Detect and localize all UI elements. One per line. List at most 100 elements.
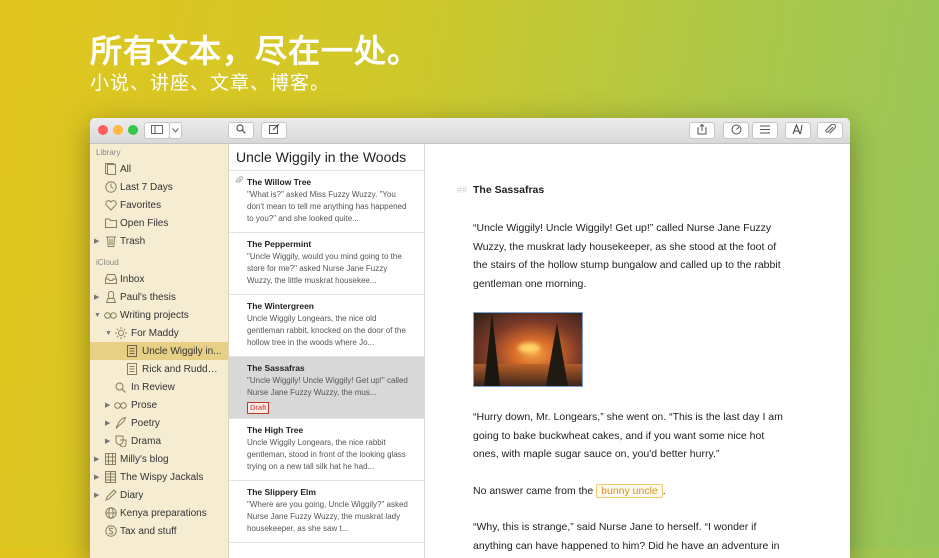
disclosure-triangle-icon[interactable]: ▶: [105, 437, 110, 445]
globe-icon: [104, 507, 117, 520]
draft-badge: Draft: [247, 402, 270, 414]
sidebar-item-favorites[interactable]: Favorites: [90, 196, 228, 214]
goals-button[interactable]: [723, 122, 749, 139]
editor-paragraph: No answer came from the bunny uncle.: [473, 482, 783, 501]
group-title: Uncle Wiggily in the Woods: [236, 149, 407, 165]
sunset-painting-image[interactable]: [473, 312, 583, 387]
editor[interactable]: ## The Sassafras “Uncle Wiggily! Uncle W…: [425, 144, 850, 558]
sheet-title: The Wintergreen: [247, 301, 314, 311]
mask-icon: [114, 435, 127, 448]
sidebar-mode-menu[interactable]: [169, 122, 182, 139]
sidebar-item-label: Prose: [131, 399, 158, 411]
compose-icon: [268, 123, 280, 137]
sheet-item-willow-tree[interactable]: The Willow Tree "What is?" asked Miss Fu…: [229, 171, 424, 233]
outline-icon: [760, 125, 770, 137]
disclosure-triangle-icon[interactable]: ▶: [94, 455, 99, 463]
sidebar-toggle-icon: [151, 124, 163, 137]
sidebar-toggle-button[interactable]: [144, 122, 170, 139]
sheet-preview: "Where are you going, Uncle Wiggily?" as…: [247, 500, 408, 533]
graduation-icon: [104, 291, 117, 304]
disclosure-triangle-icon[interactable]: ▶: [105, 401, 110, 409]
chevron-down-icon: [172, 125, 179, 136]
paragraph-text: .: [662, 485, 666, 497]
disclosure-triangle-icon[interactable]: ▶: [94, 237, 99, 245]
font-button[interactable]: [785, 122, 811, 139]
sheet-preview: "Uncle Wiggily! Uncle Wiggily! Get up!" …: [247, 376, 408, 397]
sheet-item-peppermint[interactable]: The Peppermint "Uncle Wiggily, would you…: [229, 233, 424, 295]
documents-icon: [104, 163, 117, 176]
money-icon: [104, 525, 117, 538]
sheet-item-high-tree[interactable]: The High Tree Uncle Wiggily Longears, th…: [229, 419, 424, 481]
sidebar-item-rick-and-ruddy[interactable]: Rick and Ruddy:...: [90, 360, 228, 378]
sidebar-item-pauls-thesis[interactable]: ▶ Paul's thesis: [90, 288, 228, 306]
sun-icon: [114, 327, 127, 340]
inbox-icon: [104, 273, 117, 286]
title-bar: [90, 118, 850, 144]
sidebar-item-poetry[interactable]: ▶ Poetry: [90, 414, 228, 432]
document-icon: [125, 345, 138, 358]
library-sidebar: Library All Last 7 Days Favorites Open F…: [90, 144, 229, 558]
sheet-item-wintergreen[interactable]: The Wintergreen Uncle Wiggily Longears, …: [229, 295, 424, 357]
sidebar-item-all[interactable]: All: [90, 160, 228, 178]
editor-paragraph: “Hurry down, Mr. Longears,” she went on.…: [473, 411, 783, 460]
sidebar-item-label: Poetry: [131, 417, 160, 429]
sidebar-item-kenya-preparations[interactable]: Kenya preparations: [90, 504, 228, 522]
sidebar-item-prose[interactable]: ▶ Prose: [90, 396, 228, 414]
paperclip-icon: [235, 176, 244, 187]
sidebar-item-writing-projects[interactable]: ▼ Writing projects: [90, 306, 228, 324]
sidebar-item-uncle-wiggily[interactable]: Uncle Wiggily in...: [90, 342, 228, 360]
sidebar-item-label: Uncle Wiggily in...: [142, 345, 222, 357]
share-icon: [697, 123, 707, 138]
disclosure-triangle-icon[interactable]: ▶: [94, 293, 99, 301]
building-icon: [104, 453, 117, 466]
sidebar-item-tax-and-stuff[interactable]: Tax and stuff: [90, 522, 228, 540]
sidebar-item-last-7-days[interactable]: Last 7 Days: [90, 178, 228, 196]
sidebar-item-label: Writing projects: [120, 309, 189, 321]
sidebar-item-in-review[interactable]: In Review: [90, 378, 228, 396]
sidebar-item-diary[interactable]: ▶ Diary: [90, 486, 228, 504]
sidebar-item-label: Open Files: [120, 217, 169, 229]
sidebar-item-wispy-jackals[interactable]: ▶ The Wispy Jackals: [90, 468, 228, 486]
sheet-preview: Uncle Wiggily Longears, the nice old gen…: [247, 314, 406, 347]
attachments-button[interactable]: [817, 122, 843, 139]
sidebar-item-label: The Wispy Jackals: [120, 471, 204, 483]
sidebar-item-inbox[interactable]: Inbox: [90, 270, 228, 288]
disclosure-triangle-open-icon[interactable]: ▼: [94, 312, 101, 319]
app-window: Library All Last 7 Days Favorites Open F…: [90, 118, 850, 558]
font-icon: [792, 122, 804, 138]
sheet-item-slippery-elm[interactable]: The Slippery Elm "Where are you going, U…: [229, 481, 424, 543]
search-button[interactable]: [228, 122, 254, 139]
share-button[interactable]: [689, 122, 715, 139]
disclosure-triangle-open-icon[interactable]: ▼: [105, 330, 112, 337]
sidebar-item-label: For Maddy: [131, 327, 179, 339]
quill-icon: [114, 417, 127, 430]
search-icon: [236, 124, 246, 137]
sidebar-item-drama[interactable]: ▶ Drama: [90, 432, 228, 450]
sidebar-item-label: Paul's thesis: [120, 291, 176, 303]
sidebar-item-trash[interactable]: ▶ Trash: [90, 232, 228, 250]
sheet-item-sassafras[interactable]: The Sassafras "Uncle Wiggily! Uncle Wigg…: [229, 357, 424, 419]
sidebar-item-label: Diary: [120, 489, 144, 501]
document-icon: [125, 363, 138, 376]
sidebar-item-label: Inbox: [120, 273, 145, 285]
sidebar-item-open-files[interactable]: Open Files: [90, 214, 228, 232]
close-window-button[interactable]: [98, 125, 108, 135]
library-heading: Library: [96, 148, 121, 157]
sheet-title: The Peppermint: [247, 239, 312, 249]
sidebar-item-label: Favorites: [120, 199, 162, 211]
disclosure-triangle-icon[interactable]: ▶: [94, 491, 99, 499]
disclosure-triangle-icon[interactable]: ▶: [94, 473, 99, 481]
editor-paragraph: “Uncle Wiggily! Uncle Wiggily! Get up!” …: [473, 222, 781, 290]
outline-button[interactable]: [752, 122, 778, 139]
minimize-window-button[interactable]: [113, 125, 123, 135]
disclosure-triangle-icon[interactable]: ▶: [105, 419, 110, 427]
zoom-window-button[interactable]: [128, 125, 138, 135]
sidebar-item-millys-blog[interactable]: ▶ Milly's blog: [90, 450, 228, 468]
glasses-icon: [114, 399, 127, 412]
glasses-icon: [104, 309, 117, 322]
sidebar-item-for-maddy[interactable]: ▼ For Maddy: [90, 324, 228, 342]
icloud-heading: iCloud: [96, 258, 119, 267]
new-sheet-button[interactable]: [261, 122, 287, 139]
sheet-preview: "What is?" asked Miss Fuzzy Wuzzy. "You …: [247, 190, 407, 223]
editor-heading: The Sassafras: [473, 184, 545, 196]
